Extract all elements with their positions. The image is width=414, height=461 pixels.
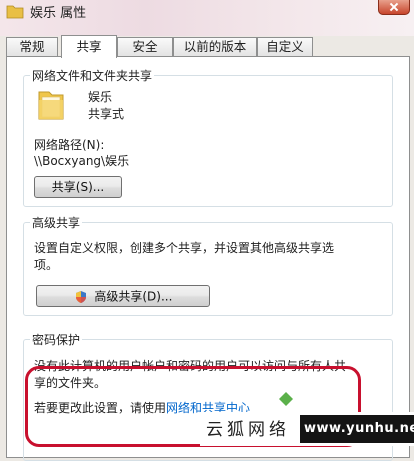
tab-general[interactable]: 常规 (6, 37, 58, 56)
folder-share-status: 共享式 (88, 107, 125, 121)
advanced-share-group: 高级共享 设置自定义权限，创建多个共享，并设置其他高级共享选 项。 高级共享(D… (23, 214, 393, 316)
advanced-share-group-label: 高级共享 (30, 214, 83, 231)
close-button[interactable] (378, 0, 410, 15)
share-button[interactable]: 共享(S)... (34, 176, 122, 198)
network-share-group-label: 网络文件和文件夹共享 (30, 67, 155, 84)
network-path-label: 网络路径(N): (34, 138, 105, 152)
tab-sharing[interactable]: 共享 (61, 35, 117, 58)
advanced-share-button[interactable]: 高级共享(D)... (36, 285, 210, 307)
network-path-value: \\Bocxyang\娱乐 (34, 154, 130, 168)
folder-icon (6, 3, 24, 19)
shared-folder-icon (36, 88, 66, 122)
uac-shield-icon (74, 290, 88, 304)
title-bar: 娱乐 属性 (0, 0, 414, 36)
watermark-url: www.yunhu.net (304, 421, 414, 436)
advanced-share-description-line2: 项。 (34, 258, 59, 272)
tab-previous-versions[interactable]: 以前的版本 (173, 37, 257, 56)
advanced-share-button-label: 高级共享(D)... (94, 289, 173, 304)
folder-name: 娱乐 (88, 90, 113, 104)
password-protection-group-label: 密码保护 (30, 331, 83, 348)
tab-security[interactable]: 安全 (117, 37, 173, 56)
tab-customize[interactable]: 自定义 (257, 37, 313, 56)
window-title: 娱乐 属性 (30, 6, 87, 21)
advanced-share-description-line1: 设置自定义权限，创建多个共享，并设置其他高级共享选 (34, 241, 335, 255)
watermark-text: 云狐网络 (206, 420, 290, 440)
network-share-group: 网络文件和文件夹共享 娱乐 共享式 网络路径(N): \\Bocxyang\娱乐… (23, 67, 393, 207)
